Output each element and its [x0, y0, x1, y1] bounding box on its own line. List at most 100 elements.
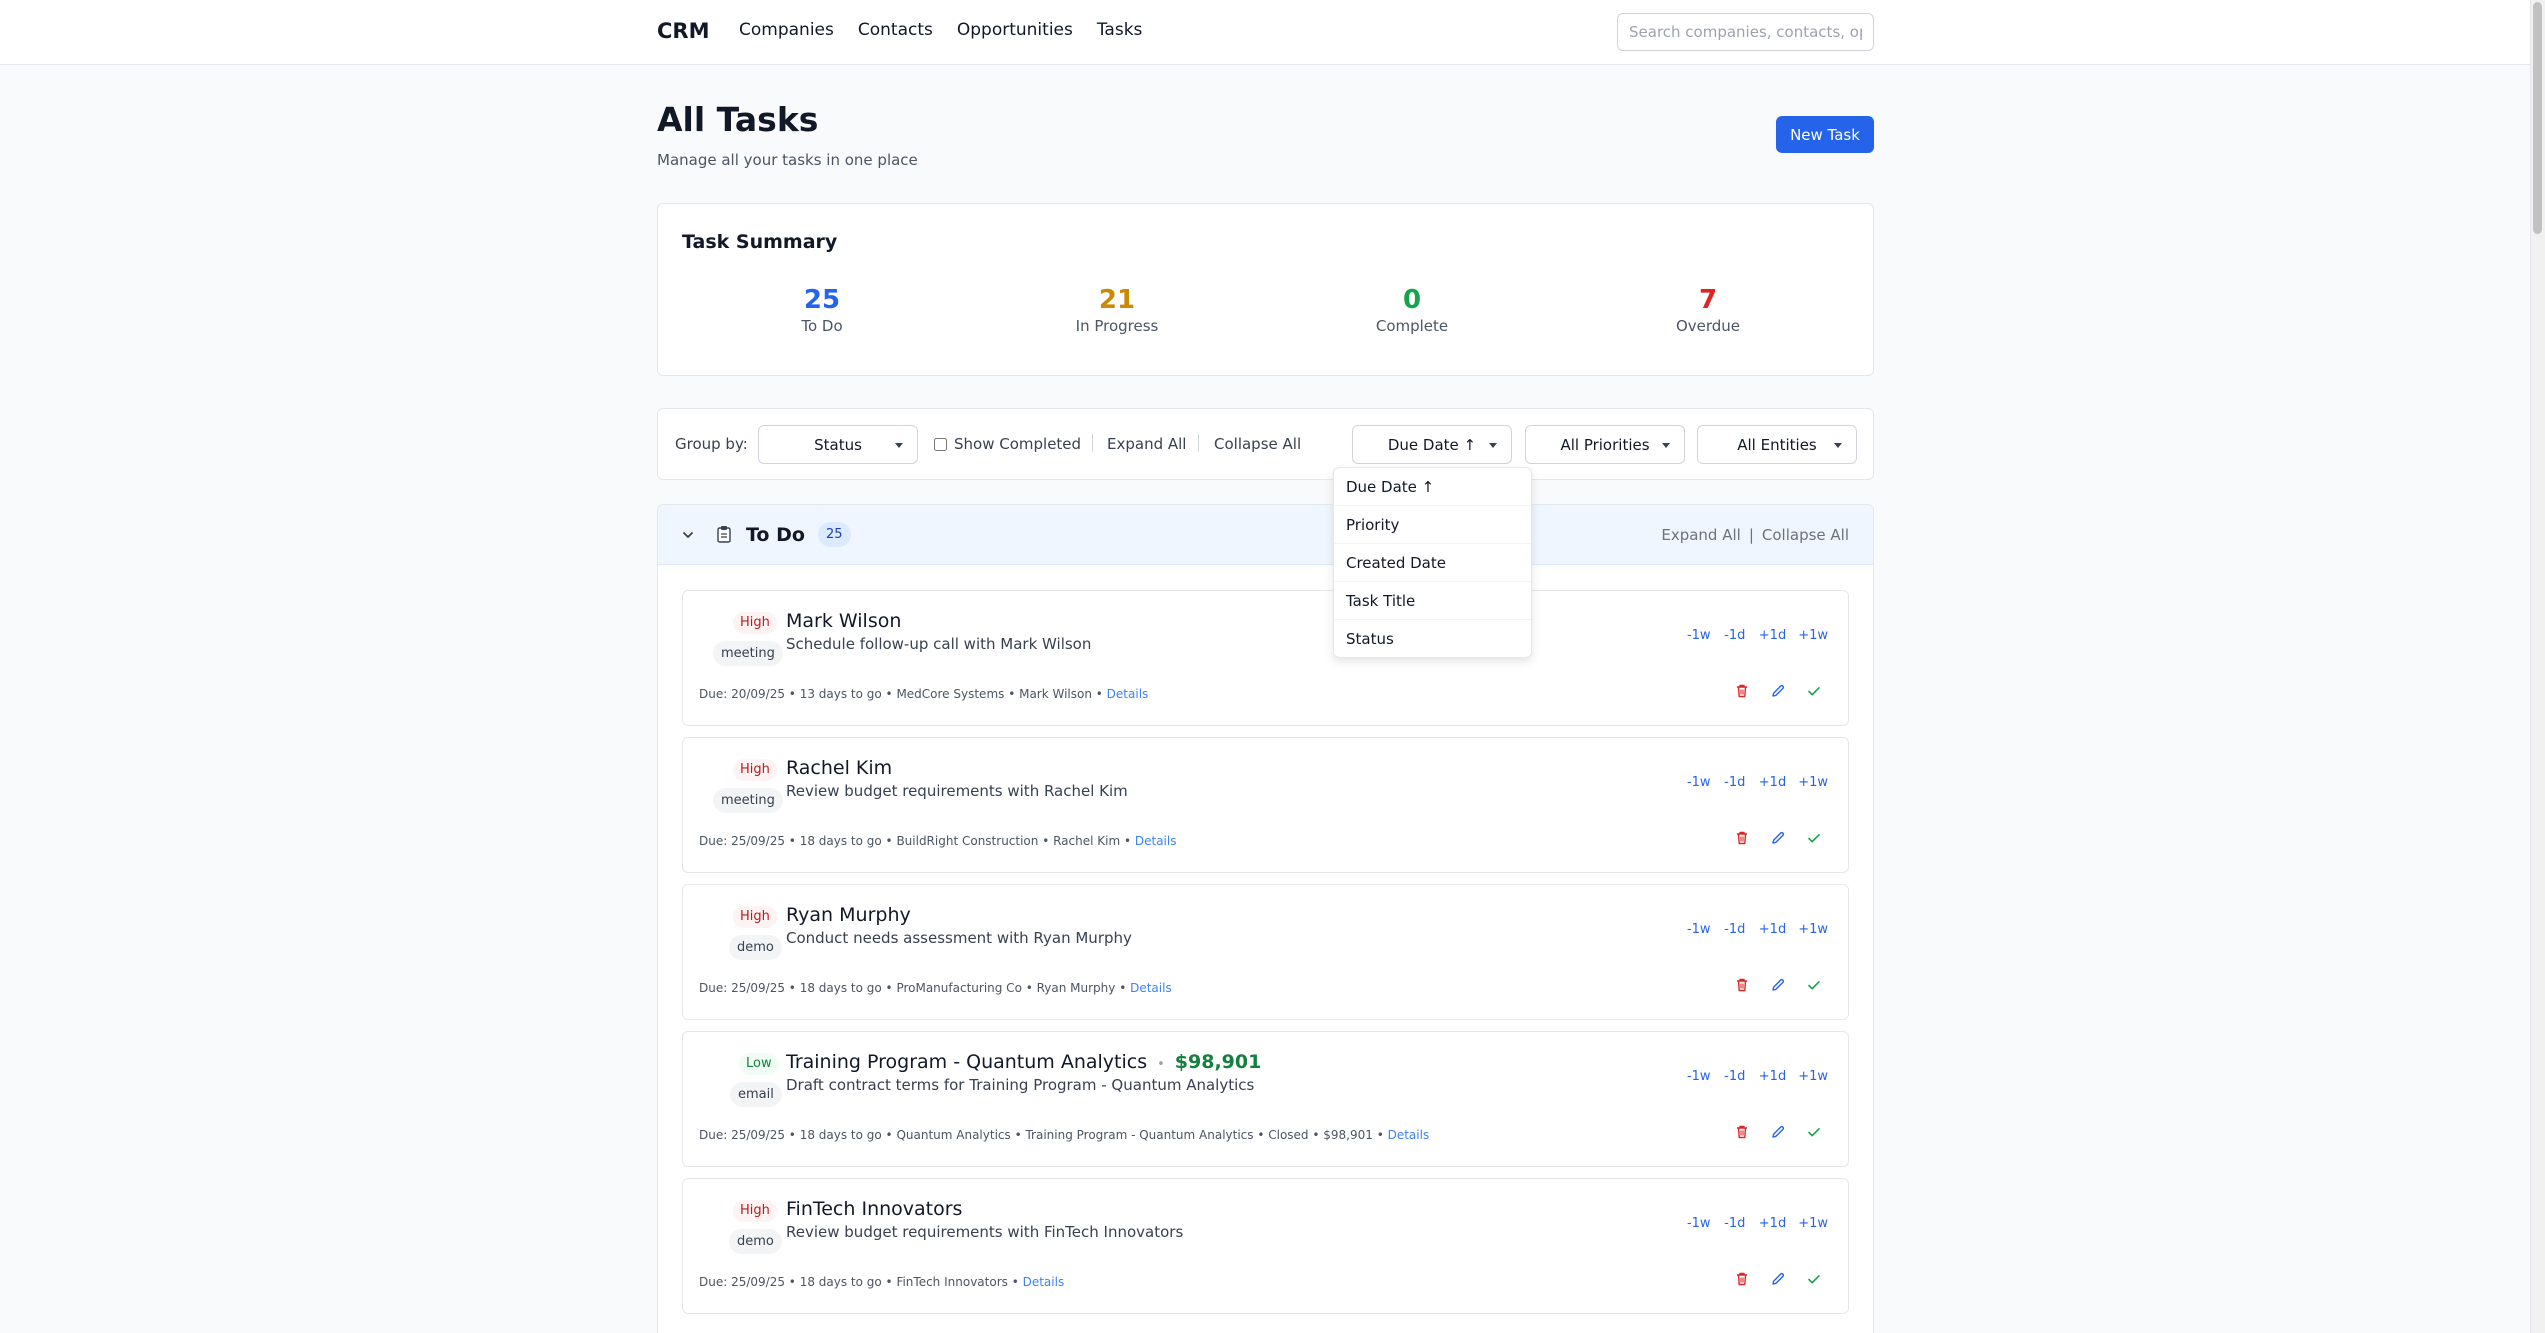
- task-meta: Due: 20/09/25 • 13 days to go • MedCore …: [699, 687, 1148, 701]
- shift-minus-1w-button[interactable]: -1w: [1687, 1216, 1711, 1231]
- collapse-all-button[interactable]: Collapse All: [1214, 435, 1301, 453]
- task-card[interactable]: High demo Ryan Murphy Conduct needs assessm…: [682, 884, 1849, 1020]
- sort-option-task-title[interactable]: Task Title: [1334, 582, 1531, 620]
- task-title[interactable]: Mark Wilson: [786, 610, 901, 632]
- task-title-row: Mark Wilson: [786, 610, 901, 632]
- group-expand-all-button[interactable]: Expand All: [1661, 526, 1740, 544]
- shift-plus-1w-button[interactable]: +1w: [1798, 922, 1828, 937]
- shift-minus-1w-button[interactable]: -1w: [1687, 1069, 1711, 1084]
- check-icon[interactable]: [1806, 683, 1822, 699]
- check-icon[interactable]: [1806, 830, 1822, 846]
- task-details-link[interactable]: Details: [1107, 687, 1149, 701]
- sort-select[interactable]: Due Date ↑: [1352, 425, 1512, 464]
- new-task-button[interactable]: New Task: [1776, 116, 1874, 153]
- brand-logo[interactable]: CRM: [657, 19, 709, 43]
- nav-link-opportunities[interactable]: Opportunities: [957, 20, 1073, 40]
- stat-complete: 0 Complete: [1312, 285, 1512, 335]
- nav-links: Companies Contacts Opportunities Tasks: [739, 20, 1142, 40]
- sort-option-priority[interactable]: Priority: [1334, 506, 1531, 544]
- stat-in-progress: 21 In Progress: [1017, 285, 1217, 335]
- pencil-icon[interactable]: [1770, 683, 1786, 699]
- task-meta-text: Due: 20/09/25 • 13 days to go • MedCore …: [699, 687, 1107, 701]
- sort-option-status[interactable]: Status: [1334, 620, 1531, 658]
- task-details-link[interactable]: Details: [1130, 981, 1172, 995]
- pencil-icon[interactable]: [1770, 830, 1786, 846]
- shift-minus-1w-button[interactable]: -1w: [1687, 628, 1711, 643]
- pencil-icon[interactable]: [1770, 1271, 1786, 1287]
- pencil-icon[interactable]: [1770, 977, 1786, 993]
- check-icon[interactable]: [1806, 1124, 1822, 1140]
- task-card[interactable]: Low email Training Program - Quantum Analy…: [682, 1031, 1849, 1167]
- page-subtitle: Manage all your tasks in one place: [657, 151, 918, 169]
- shift-minus-1d-button[interactable]: -1d: [1723, 1216, 1747, 1231]
- trash-icon[interactable]: [1734, 1124, 1750, 1140]
- shift-minus-1d-button[interactable]: -1d: [1723, 775, 1747, 790]
- trash-icon[interactable]: [1734, 683, 1750, 699]
- task-amount: $98,901: [1174, 1051, 1262, 1073]
- shift-minus-1d-button[interactable]: -1d: [1723, 628, 1747, 643]
- page-scrollbar-thumb[interactable]: [2533, 2, 2542, 234]
- task-details-link[interactable]: Details: [1135, 834, 1177, 848]
- chevron-down-icon[interactable]: [682, 529, 694, 541]
- task-title[interactable]: FinTech Innovators: [786, 1198, 962, 1220]
- shift-plus-1w-button[interactable]: +1w: [1798, 1069, 1828, 1084]
- task-description: Conduct needs assessment with Ryan Murph…: [786, 929, 1132, 947]
- shift-plus-1w-button[interactable]: +1w: [1798, 628, 1828, 643]
- shift-plus-1d-button[interactable]: +1d: [1759, 1216, 1786, 1231]
- task-type-badge: meeting: [713, 641, 783, 666]
- task-title[interactable]: Training Program - Quantum Analytics: [786, 1051, 1147, 1073]
- sort-value: Due Date ↑: [1387, 435, 1477, 454]
- task-type-badge: demo: [729, 1229, 782, 1254]
- entity-filter-select[interactable]: All Entities: [1697, 425, 1857, 464]
- group-by-value: Status: [814, 435, 862, 454]
- separator-dot: •: [1157, 1057, 1165, 1072]
- priority-badge: High: [733, 1200, 777, 1222]
- trash-icon[interactable]: [1734, 1271, 1750, 1287]
- task-details-link[interactable]: Details: [1388, 1128, 1430, 1142]
- task-title-row: Training Program - Quantum Analytics • $98…: [786, 1051, 1261, 1073]
- sort-option-due-date[interactable]: Due Date ↑: [1334, 468, 1531, 506]
- task-card[interactable]: High meeting Mark Wilson Schedule follow-up…: [682, 590, 1849, 726]
- shift-plus-1w-button[interactable]: +1w: [1798, 1216, 1828, 1231]
- task-card[interactable]: High meeting Rachel Kim Review budget requi…: [682, 737, 1849, 873]
- shift-plus-1d-button[interactable]: +1d: [1759, 922, 1786, 937]
- nav-link-companies[interactable]: Companies: [739, 20, 834, 40]
- expand-all-button[interactable]: Expand All: [1107, 435, 1186, 453]
- trash-icon[interactable]: [1734, 830, 1750, 846]
- task-title-row: FinTech Innovators: [786, 1198, 962, 1220]
- chevron-down-icon: [1662, 443, 1670, 448]
- check-icon[interactable]: [1806, 977, 1822, 993]
- shift-minus-1w-button[interactable]: -1w: [1687, 922, 1711, 937]
- nav-link-tasks[interactable]: Tasks: [1097, 20, 1143, 40]
- global-search-input[interactable]: [1617, 13, 1874, 51]
- pencil-icon[interactable]: [1770, 1124, 1786, 1140]
- task-details-link[interactable]: Details: [1023, 1275, 1065, 1289]
- shift-plus-1d-button[interactable]: +1d: [1759, 628, 1786, 643]
- group-collapse-all-button[interactable]: Collapse All: [1762, 526, 1849, 544]
- nav-link-contacts[interactable]: Contacts: [858, 20, 933, 40]
- check-icon[interactable]: [1806, 1271, 1822, 1287]
- sort-option-created-date[interactable]: Created Date: [1334, 544, 1531, 582]
- priority-filter-select[interactable]: All Priorities: [1525, 425, 1685, 464]
- task-meta-text: Due: 25/09/25 • 18 days to go • ProManuf…: [699, 981, 1131, 995]
- task-title[interactable]: Ryan Murphy: [786, 904, 911, 926]
- shift-minus-1w-button[interactable]: -1w: [1687, 775, 1711, 790]
- show-completed-label: Show Completed: [954, 435, 1082, 453]
- shift-plus-1w-button[interactable]: +1w: [1798, 775, 1828, 790]
- shift-minus-1d-button[interactable]: -1d: [1723, 922, 1747, 937]
- show-completed-toggle[interactable]: Show Completed: [934, 435, 1081, 453]
- task-group-to-do: To Do 25 Expand All | Collapse All High mee…: [657, 504, 1874, 1333]
- shift-plus-1d-button[interactable]: +1d: [1759, 1069, 1786, 1084]
- show-completed-checkbox[interactable]: [934, 437, 947, 451]
- trash-icon[interactable]: [1734, 977, 1750, 993]
- task-actions: [1734, 830, 1822, 846]
- due-date-shift-buttons: -1w -1d +1d +1w: [1687, 1069, 1828, 1084]
- task-title[interactable]: Rachel Kim: [786, 757, 892, 779]
- shift-plus-1d-button[interactable]: +1d: [1759, 775, 1786, 790]
- task-description: Draft contract terms for Training Progra…: [786, 1076, 1255, 1094]
- task-description: Schedule follow-up call with Mark Wilson: [786, 635, 1092, 653]
- group-by-select[interactable]: Status: [758, 425, 918, 464]
- task-description: Review budget requirements with Rachel K…: [786, 782, 1128, 800]
- task-card[interactable]: High demo FinTech Innovators Review budget …: [682, 1178, 1849, 1314]
- shift-minus-1d-button[interactable]: -1d: [1723, 1069, 1747, 1084]
